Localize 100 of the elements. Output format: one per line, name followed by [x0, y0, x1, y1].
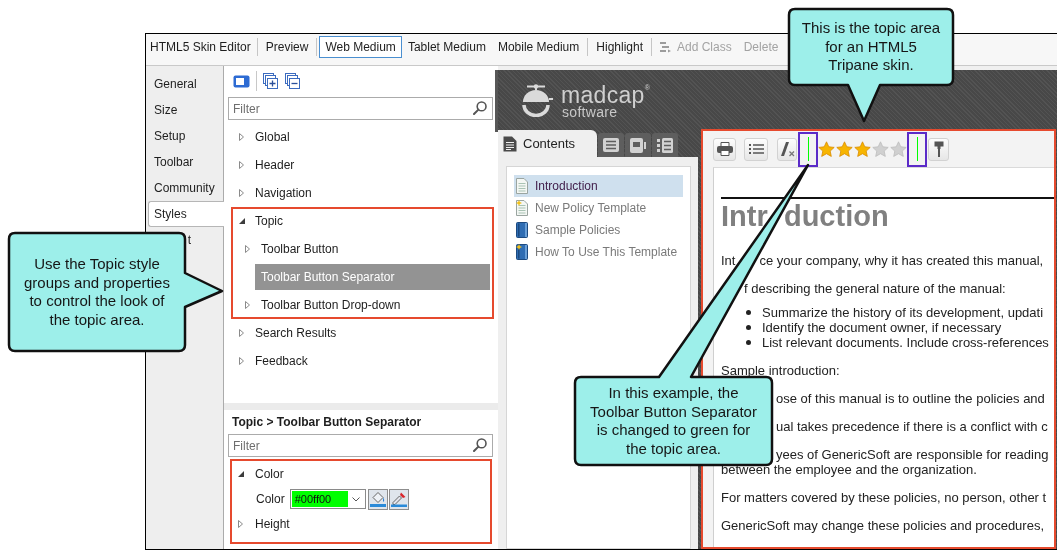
list-item-text: List relevant documents. Include cross-references — [762, 335, 1049, 350]
paragraph-text: ual takes precedence if there is a conflict with c — [776, 419, 1048, 434]
collapsed-arrow-icon[interactable] — [238, 520, 243, 528]
star-rating[interactable] — [818, 141, 907, 157]
collapsed-arrow-icon[interactable] — [239, 357, 244, 365]
property-label: Color — [256, 491, 285, 507]
list-item-text: Identify the document owner, if necessary — [762, 320, 1002, 335]
color-field[interactable]: #00ff00 — [289, 489, 366, 509]
star-icon[interactable] — [890, 141, 907, 157]
lines-icon — [660, 41, 671, 53]
panel-icon[interactable] — [233, 74, 250, 88]
nav-tab[interactable] — [652, 133, 678, 157]
list-icon — [748, 143, 764, 155]
side-tab[interactable]: General — [146, 71, 223, 97]
paragraph-text: For matters covered by these policies, no person, other t — [721, 490, 1047, 505]
paragraph-text: between the employee and the organization. — [721, 462, 977, 477]
callout-text: Use the Topic style groups and properties to control the look of the topic area. — [23, 255, 171, 329]
breadcrumb-text: Topic > Toolbar Button Separator — [231, 414, 423, 431]
list-item-text: Summarize the history of its development, updati — [762, 305, 1044, 320]
brush-button[interactable] — [928, 137, 949, 161]
toolbar-button[interactable]: Tablet Medium — [401, 35, 492, 59]
document-icon — [503, 135, 517, 152]
list-icon — [603, 138, 619, 152]
collapsed-arrow-icon[interactable] — [239, 329, 244, 337]
search-icon[interactable] — [473, 438, 487, 452]
toolbar-button[interactable]: Highlight — [590, 35, 649, 59]
tree-item[interactable]: Toolbar Button — [255, 236, 490, 262]
expanded-arrow-icon[interactable] — [237, 471, 244, 477]
editor-title: HTML5 Skin Editor — [149, 39, 252, 56]
caret-icon[interactable] — [351, 496, 360, 502]
side-tab[interactable]: t — [186, 227, 192, 253]
nav-tab[interactable]: Contents — [498, 130, 597, 157]
side-tab[interactable]: Styles — [148, 201, 224, 227]
eyedropper-button[interactable] — [388, 488, 409, 510]
side-tab[interactable]: Size — [146, 97, 223, 123]
paint-bucket-icon — [369, 491, 386, 507]
nav-tab[interactable] — [625, 133, 651, 157]
collapsed-arrow-icon[interactable] — [239, 189, 244, 197]
toc-item[interactable]: New Policy Template — [514, 197, 683, 219]
expanded-arrow-icon[interactable] — [238, 218, 245, 224]
printer-icon — [716, 142, 733, 156]
topic-heading: Intr — [721, 201, 768, 231]
bullet-icon — [746, 340, 751, 345]
star-icon[interactable] — [836, 141, 853, 157]
toolbar-separator — [807, 137, 809, 161]
star-icon[interactable] — [872, 141, 889, 157]
collapsed-arrow-icon[interactable] — [239, 133, 244, 141]
toc-item[interactable]: How To Use This Template — [514, 241, 683, 263]
paragraph-text: Sample introduction: — [721, 363, 840, 378]
brush-icon — [933, 141, 944, 157]
side-tab[interactable]: Community — [146, 175, 223, 201]
toolbar-button[interactable]: Preview — [259, 35, 315, 59]
topic-heading: duction — [783, 201, 889, 231]
side-tab[interactable]: Setup — [146, 123, 223, 149]
tree-item[interactable]: Search Results — [249, 320, 490, 346]
clear-format-button[interactable] — [777, 137, 797, 161]
paragraph-text: f describing the general nature of the manual: — [744, 281, 1006, 296]
toolbar-button[interactable]: Web Medium — [319, 35, 402, 59]
logo-text: madcap$^{®}$ — [561, 85, 651, 106]
bullet-icon — [746, 325, 751, 330]
filter-field[interactable]: Filter — [228, 434, 493, 457]
paint-bucket-button[interactable] — [367, 488, 388, 510]
card-icon — [630, 137, 646, 153]
side-tab[interactable]: Toolbar — [146, 149, 223, 175]
search-icon[interactable] — [473, 101, 487, 115]
pages-minus-icon[interactable] — [285, 73, 300, 89]
callout-text: This is the topic area for an HTML5 Tripane skin. — [800, 19, 942, 75]
eyedropper-icon — [390, 491, 407, 507]
clear-format-icon — [779, 141, 795, 157]
bullet-list-icon — [657, 137, 673, 153]
toc-item[interactable]: Sample Policies — [514, 219, 683, 241]
star-icon[interactable] — [818, 141, 835, 157]
paragraph-text: yees of GenericSoft are responsible for reading — [776, 447, 1049, 462]
tree-item[interactable]: Feedback — [249, 348, 490, 374]
logo-tagline: software — [562, 106, 618, 119]
star-icon[interactable] — [854, 141, 871, 157]
toolbar-separator — [916, 137, 918, 161]
filter-field[interactable]: Filter — [228, 97, 493, 120]
nav-tab[interactable] — [598, 133, 624, 157]
toolbar-button[interactable]: Mobile Medium — [491, 35, 586, 59]
collapsed-arrow-icon[interactable] — [239, 161, 244, 169]
print-button[interactable] — [713, 137, 736, 161]
paragraph-text: Int — [721, 253, 736, 268]
tree-item[interactable]: Header — [249, 152, 490, 178]
collapsed-arrow-icon[interactable] — [245, 245, 250, 253]
toc-item[interactable]: Introduction — [514, 175, 683, 197]
paragraph-text: ce your company, why it has created this manual, — [759, 253, 1044, 268]
bullet-icon — [746, 310, 751, 315]
scrollbar-thumb[interactable] — [495, 70, 498, 132]
pages-plus-icon[interactable] — [263, 73, 278, 89]
paragraph-text: ose of this manual is to outline the policies and — [776, 391, 1045, 406]
list-button[interactable] — [744, 137, 768, 161]
tree-item[interactable]: Topic — [249, 208, 490, 234]
tree-item[interactable]: Toolbar Button Drop-down — [255, 292, 490, 318]
property-group[interactable]: Color — [255, 466, 284, 482]
tree-item[interactable]: Navigation — [249, 180, 490, 206]
callout-text: In this example, the Toolbar Button Separator is changed to green for the topic area. — [589, 384, 758, 458]
collapsed-arrow-icon[interactable] — [245, 301, 250, 309]
property-group[interactable]: Height — [255, 516, 290, 532]
tree-item[interactable]: Global — [249, 124, 490, 150]
